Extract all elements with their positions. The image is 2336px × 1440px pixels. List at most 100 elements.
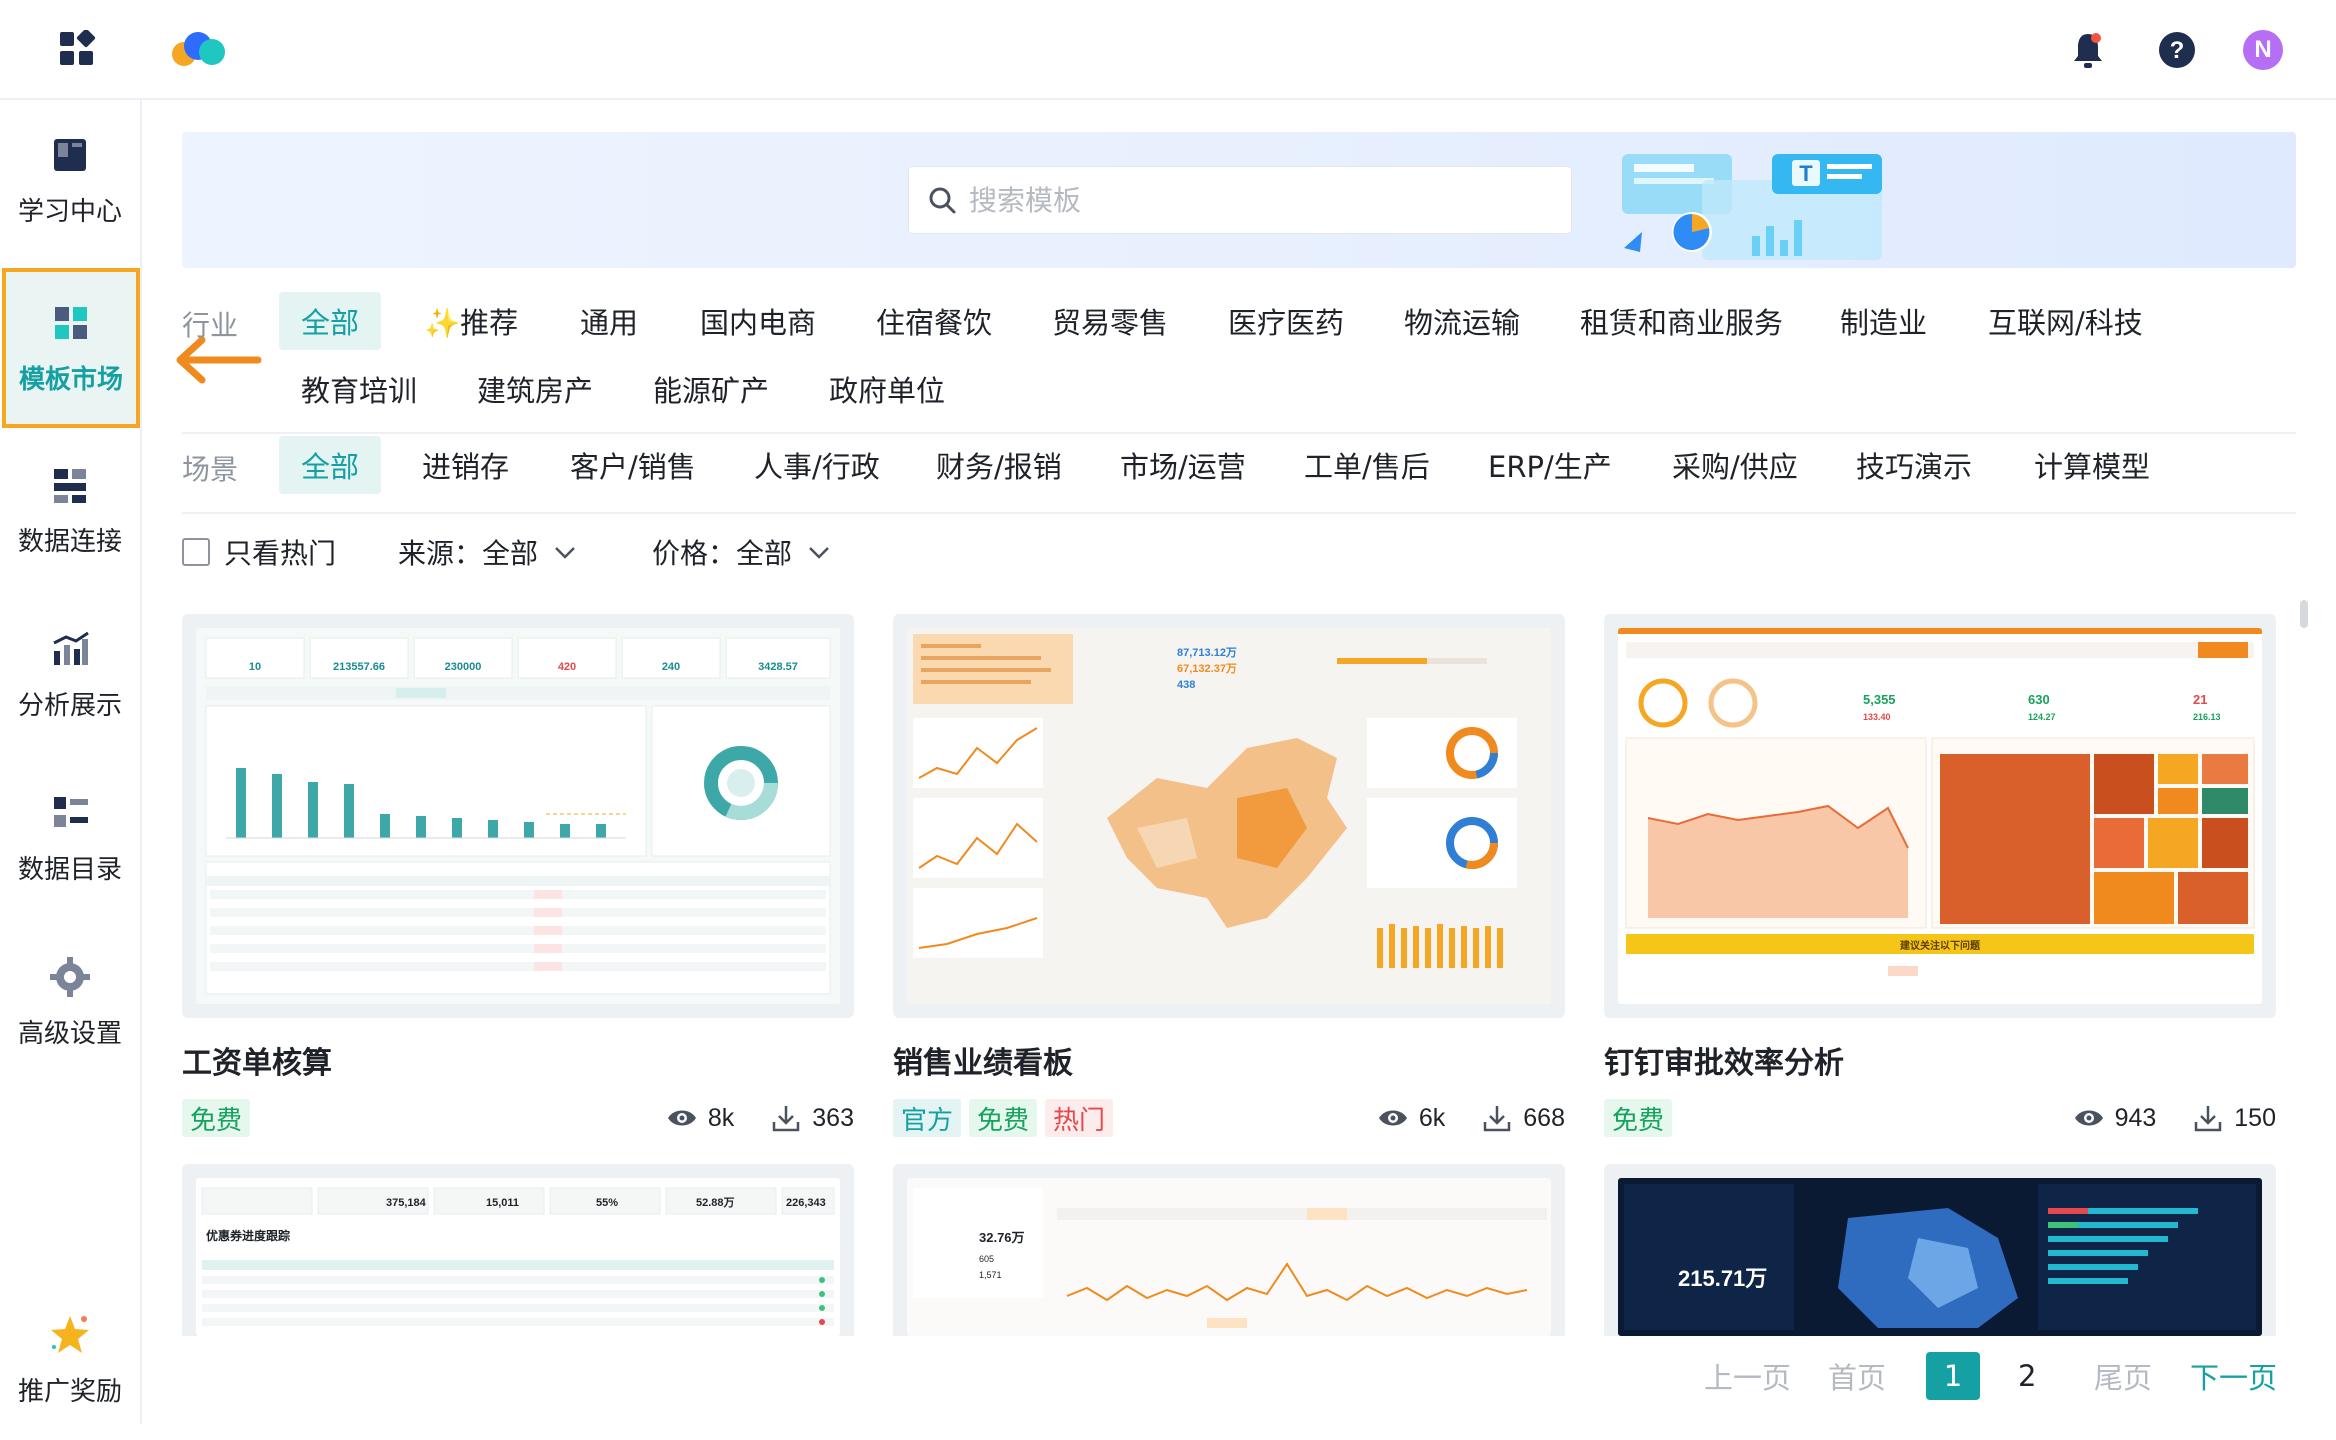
scene-chip-marketing[interactable]: 市场/运营: [1098, 436, 1268, 494]
kpi-value: 438: [1177, 679, 1195, 691]
industry-chip-recommended[interactable]: ✨推荐: [402, 292, 540, 350]
view-count: 8k: [707, 1103, 735, 1132]
template-card[interactable]: 32.76万 605 1,571: [893, 1164, 1565, 1336]
chevron-down-icon: [809, 547, 829, 559]
template-thumbnail[interactable]: 10 213557.66 230000 420 240 3428.57: [182, 614, 854, 1018]
scene-chip-procurement[interactable]: 采购/供应: [1650, 436, 1820, 494]
industry-chip-internet[interactable]: 互联网/科技: [1966, 292, 2165, 350]
industry-chip-hospitality[interactable]: 住宿餐饮: [854, 292, 1014, 350]
kpi-value: 15,011: [486, 1197, 519, 1209]
sidebar-item-settings[interactable]: 高级设置: [0, 922, 140, 1082]
coupon-preview-graphic: 375,184 15,011 55% 52.88万 226,343 优惠券进度跟…: [201, 1187, 835, 1326]
search-input[interactable]: [969, 183, 1549, 217]
card-title[interactable]: 钉钉审批效率分析: [1604, 1038, 2276, 1082]
download-count: 150: [2234, 1103, 2276, 1132]
template-card[interactable]: 215.71万: [1604, 1164, 2276, 1336]
logo[interactable]: [168, 30, 232, 68]
download-icon: [1484, 1106, 1511, 1132]
view-count: 943: [2114, 1103, 2157, 1132]
page-button-2[interactable]: 2: [2018, 1359, 2036, 1393]
tag-free: 免费: [969, 1099, 1038, 1137]
card-stats: 943 150: [2073, 1102, 2276, 1134]
hot-only-checkbox[interactable]: [182, 538, 210, 566]
search-box[interactable]: [908, 166, 1572, 234]
eye-icon: [667, 1110, 696, 1126]
card-stats: 6k 668: [1377, 1102, 1565, 1134]
kpi-value: 1,571: [979, 1270, 1002, 1280]
industry-chip-all[interactable]: 全部: [279, 292, 382, 350]
pagination: 上一页 首页 1 2 尾页 下一页: [0, 1352, 2336, 1400]
industry-chip-government[interactable]: 政府单位: [807, 360, 967, 418]
sidebar-item-label: 高级设置: [17, 1018, 122, 1049]
card-tags: 官方 免费 热门: [893, 1099, 1114, 1137]
industry-chip-energy[interactable]: 能源矿产: [631, 360, 791, 418]
template-card[interactable]: 10 213557.66 230000 420 240 3428.57 工资单核…: [182, 614, 854, 1138]
sidebar-item-analysis[interactable]: 分析展示: [0, 594, 140, 754]
avatar[interactable]: N: [2243, 30, 2283, 70]
industry-chip-logistics[interactable]: 物流运输: [1382, 292, 1542, 350]
help-icon[interactable]: ?: [2157, 30, 2197, 70]
kpi-value: 10: [249, 661, 261, 673]
scene-chip-all[interactable]: 全部: [279, 436, 382, 494]
kpi-value: 87,713.12万: [1177, 646, 1237, 659]
card-tags: 免费: [1604, 1099, 1673, 1137]
card-title[interactable]: 工资单核算: [182, 1038, 854, 1082]
template-card[interactable]: 375,184 15,011 55% 52.88万 226,343 优惠券进度跟…: [182, 1164, 854, 1336]
tag-free: 免费: [182, 1099, 251, 1137]
price-dropdown[interactable]: 价格：全部: [652, 532, 832, 572]
scene-chip-tips[interactable]: 技巧演示: [1834, 436, 1994, 494]
sidebar: 学习中心 模板市场 数据连接 分析展示 数据目录 高级设置 推广奖励: [0, 100, 142, 1424]
scene-chip-service[interactable]: 工单/售后: [1282, 436, 1452, 494]
template-card[interactable]: 87,713.12万 67,132.37万 438 销售业绩看板 官方 免费 热…: [893, 614, 1565, 1138]
download-icon: [773, 1106, 800, 1132]
industry-filter-label: 行业: [182, 309, 239, 342]
scene-chip-inventory[interactable]: 进销存: [400, 436, 531, 494]
page-button-1[interactable]: 1: [1926, 1352, 1980, 1400]
eye-icon: [1378, 1110, 1407, 1126]
industry-chip-general[interactable]: 通用: [558, 292, 660, 350]
scene-chip-finance[interactable]: 财务/报销: [914, 436, 1084, 494]
first-page-button[interactable]: 首页: [1828, 1355, 1886, 1397]
sidebar-item-data-connect[interactable]: 数据连接: [0, 430, 140, 590]
scene-filter-label: 场景: [182, 453, 239, 486]
industry-chip-medical[interactable]: 医疗医药: [1206, 292, 1366, 350]
bell-icon[interactable]: [2070, 30, 2106, 70]
template-card[interactable]: 5,355 630 21 133.40 124.27 216.13 建议关注以下…: [1604, 614, 2276, 1138]
kpi-value: 216.13: [2193, 712, 2221, 722]
prev-page-button[interactable]: 上一页: [1704, 1355, 1791, 1397]
template-thumbnail[interactable]: 5,355 630 21 133.40 124.27 216.13 建议关注以下…: [1604, 614, 2276, 1018]
kpi-value: 420: [558, 661, 576, 673]
hot-only-option[interactable]: 只看热门: [182, 532, 336, 572]
card-title[interactable]: 销售业绩看板: [893, 1038, 1565, 1082]
scene-chip-erp[interactable]: ERP/生产: [1466, 436, 1634, 494]
tag-hot: 热门: [1045, 1099, 1114, 1137]
last-page-button[interactable]: 尾页: [2094, 1355, 2152, 1397]
top-bar: ? N: [0, 0, 2336, 100]
sidebar-item-template-market[interactable]: 模板市场: [2, 268, 140, 428]
dark-map-dashboard-preview: 215.71万: [1618, 1178, 2262, 1336]
industry-chip-leasing[interactable]: 租赁和商业服务: [1558, 292, 1805, 350]
kpi-value: 213557.66: [333, 661, 385, 673]
sidebar-item-catalog[interactable]: 数据目录: [0, 758, 140, 918]
industry-chip-manufacturing[interactable]: 制造业: [1818, 292, 1949, 350]
next-page-button[interactable]: 下一页: [2190, 1355, 2277, 1397]
sidebar-item-learning[interactable]: 学习中心: [0, 100, 140, 260]
scrollbar-thumb[interactable]: [2300, 600, 2308, 628]
book-icon: [54, 138, 86, 171]
scene-chip-hr[interactable]: 人事/行政: [732, 436, 902, 494]
kpi-value: 133.40: [1863, 712, 1891, 722]
card-meta: 免费 8k 363: [182, 1098, 854, 1138]
apps-grid-icon[interactable]: [58, 30, 96, 68]
industry-chip-construction[interactable]: 建筑房产: [455, 360, 615, 418]
scene-chip-sales[interactable]: 客户/销售: [548, 436, 718, 494]
template-thumbnail[interactable]: 87,713.12万 67,132.37万 438: [893, 614, 1565, 1018]
hot-only-label: 只看热门: [224, 537, 337, 570]
source-dropdown[interactable]: 来源：全部: [398, 532, 578, 572]
industry-chip-education[interactable]: 教育培训: [279, 360, 439, 418]
eye-icon: [2074, 1110, 2103, 1126]
dingtalk-dashboard-preview: 5,355 630 21 133.40 124.27 216.13 建议关注以下…: [1618, 628, 2262, 1004]
industry-chip-ecommerce[interactable]: 国内电商: [678, 292, 838, 350]
industry-chip-retail[interactable]: 贸易零售: [1030, 292, 1190, 350]
scene-chip-models[interactable]: 计算模型: [2012, 436, 2172, 494]
tag-official: 官方: [893, 1099, 962, 1137]
